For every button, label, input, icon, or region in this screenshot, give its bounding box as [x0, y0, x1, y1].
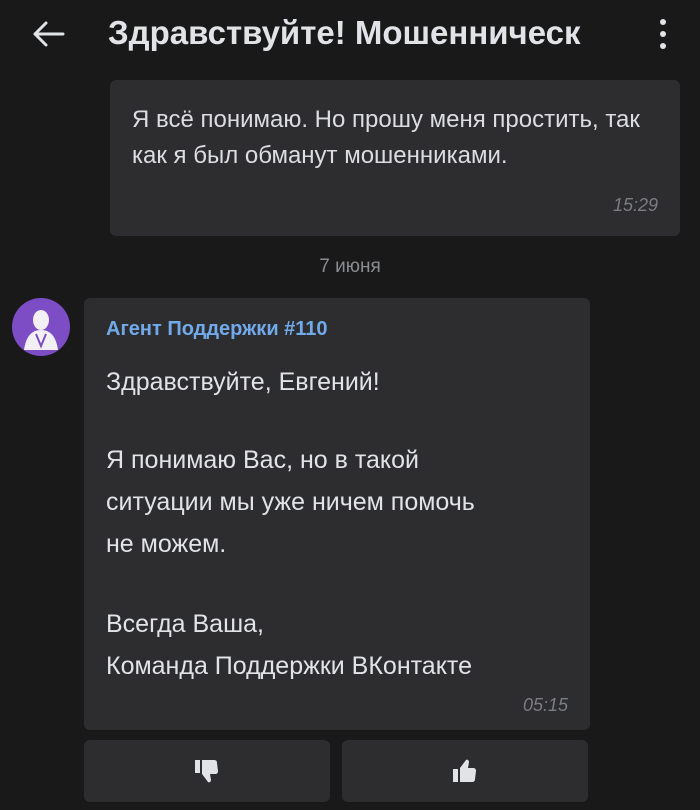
- dislike-button[interactable]: [84, 740, 330, 802]
- message-line: Всегда Ваша,: [106, 610, 264, 638]
- message-line: Я понимаю Вас, но в такой: [106, 446, 420, 474]
- message-line: не можем.: [106, 530, 227, 558]
- date-separator: 7 июня: [319, 256, 381, 277]
- chat-header: Здравствуйте! Мошенническ: [0, 0, 700, 68]
- message-line: Команда Поддержки ВКонтакте: [106, 652, 472, 680]
- message-time: 15:29: [612, 195, 658, 215]
- agent-silhouette-icon: [24, 310, 58, 350]
- outgoing-message[interactable]: Я всё понимаю. Но прошу меня простить, т…: [110, 80, 680, 236]
- arrow-left-icon: [33, 21, 65, 47]
- chat-title[interactable]: Здравствуйте! Мошенническ: [108, 10, 628, 56]
- agent-avatar[interactable]: [12, 298, 70, 356]
- message-time: 05:15: [522, 695, 568, 715]
- thumbs-up-icon: [453, 759, 476, 782]
- message-text: Я всё понимаю. Но прошу меня простить, т…: [132, 106, 640, 169]
- sender-name[interactable]: Агент Поддержки #110: [106, 318, 328, 341]
- more-menu-button[interactable]: [648, 14, 678, 54]
- message-line: ситуации мы уже ничем помочь: [106, 488, 475, 516]
- incoming-message[interactable]: Агент Поддержки #110 Здравствуйте, Евген…: [84, 298, 590, 730]
- thumbs-down-icon: [195, 760, 218, 783]
- more-vertical-icon: [660, 19, 666, 25]
- message-line: Здравствуйте, Евгений!: [106, 368, 380, 396]
- back-button[interactable]: [26, 14, 70, 54]
- like-button[interactable]: [342, 740, 588, 802]
